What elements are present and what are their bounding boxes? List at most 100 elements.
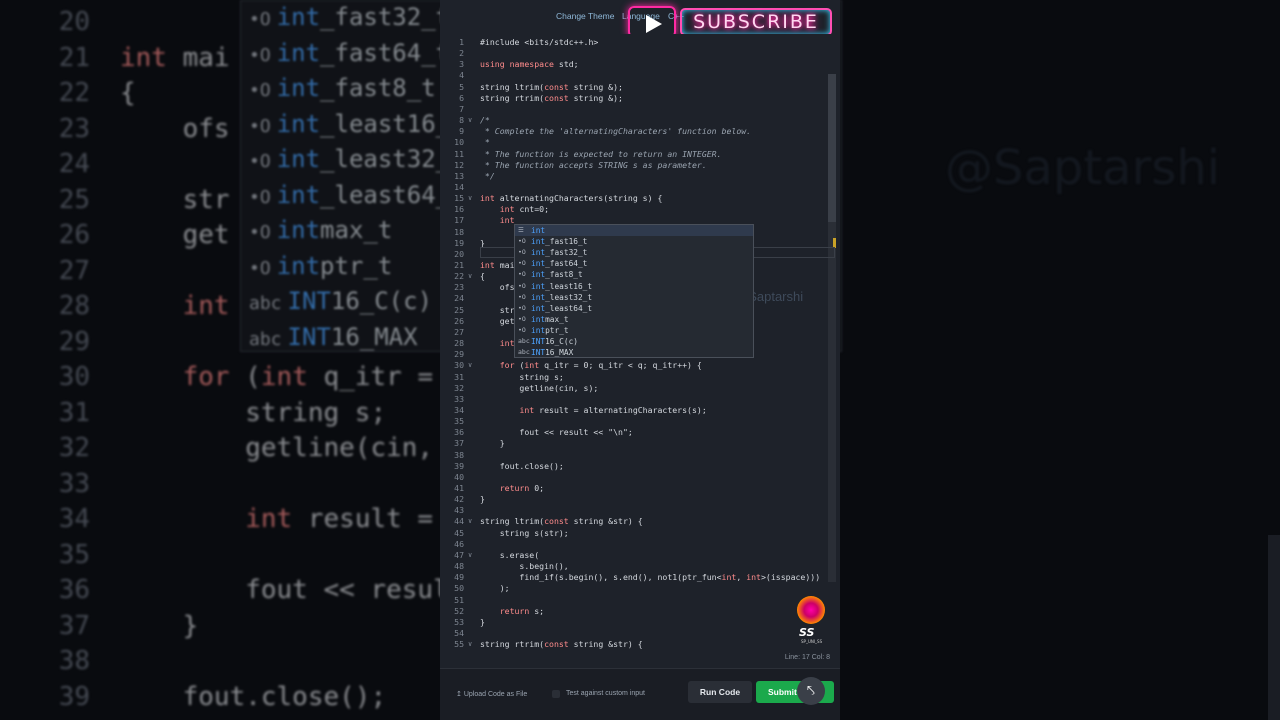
type-suggestion-icon: •O [518, 281, 526, 290]
autocomplete-label: int_least64_t [531, 303, 593, 313]
line-number: 26 [454, 315, 464, 326]
line-number: 14 [454, 181, 464, 192]
edge-strip [1268, 535, 1280, 720]
custom-input-checkbox[interactable] [552, 690, 560, 698]
fold-chevron-icon[interactable]: ∨ [468, 360, 472, 371]
status-bar: Line: 17 Col: 8 [440, 652, 840, 666]
line-number: 9 [459, 126, 464, 137]
autocomplete-item[interactable]: •O intmax_t [515, 314, 753, 325]
fold-chevron-icon[interactable]: ∨ [468, 271, 472, 282]
scrollbar-thumb[interactable] [828, 74, 836, 222]
line-number: 28 [454, 338, 464, 349]
code-line: 45 string s(str); [440, 528, 830, 539]
line-number: 36 [454, 427, 464, 438]
autocomplete-item[interactable]: •O int_fast8_t [515, 269, 753, 280]
autocomplete-label: INT16_MAX [531, 348, 574, 358]
line-number: 48 [454, 561, 464, 572]
line-number: 49 [454, 572, 464, 583]
subscribe-label: SUBSCRIBE [680, 8, 832, 36]
autocomplete-item[interactable]: ☰ int [515, 225, 753, 237]
code-text: getline(cin, s); [480, 382, 599, 393]
code-text: } [480, 494, 485, 505]
code-text: using namespace std; [480, 59, 579, 70]
autocomplete-item[interactable]: abc INT16_C(c) [515, 336, 753, 347]
logo-subtext: SP_UNI_SS [801, 639, 823, 644]
code-line: 8 ∨ /* [440, 115, 830, 126]
line-number: 30 [454, 360, 464, 371]
line-number: 42 [454, 494, 464, 505]
code-line: 34 int result = alternatingCharacters(s)… [440, 405, 830, 416]
line-number: 3 [459, 59, 464, 70]
fold-chevron-icon[interactable]: ∨ [468, 550, 472, 561]
editor-scrollbar[interactable] [828, 74, 836, 582]
code-line: 14 [440, 182, 830, 193]
code-line: 13 */ [440, 171, 830, 182]
autocomplete-item[interactable]: •O int_fast64_t [515, 258, 753, 269]
text-suggestion-icon: abc [518, 348, 530, 357]
code-line: 10 * [440, 137, 830, 148]
line-number: 31 [454, 371, 464, 382]
code-line: 38 [440, 450, 830, 461]
type-suggestion-icon: •O [518, 270, 526, 279]
share-icon[interactable]: ⤣ [797, 677, 825, 705]
code-text: { [480, 271, 485, 282]
code-line: 50 ); [440, 583, 830, 594]
run-code-button[interactable]: Run Code [688, 681, 752, 703]
autocomplete-item[interactable]: •O int_least16_t [515, 281, 753, 292]
type-suggestion-icon: ☰ [518, 226, 524, 234]
code-line: 7 [440, 104, 830, 115]
custom-input-label[interactable]: Test against custom input [566, 690, 645, 697]
code-text: string s(str); [480, 527, 569, 538]
line-number: 50 [454, 583, 464, 594]
line-number: 22 [454, 271, 464, 282]
line-number: 47 [454, 549, 464, 560]
type-suggestion-icon: •O [518, 303, 526, 312]
code-text: str [480, 304, 515, 315]
line-number: 5 [459, 81, 464, 92]
line-number: 34 [454, 404, 464, 415]
line-number: 16 [454, 204, 464, 215]
line-number: 20 [454, 248, 464, 259]
change-theme-link[interactable]: Change Theme [556, 11, 614, 21]
autocomplete-item[interactable]: •O int_least32_t [515, 292, 753, 303]
line-number: 4 [459, 70, 464, 81]
channel-logo: SS SP_UNI_SS [795, 596, 827, 646]
line-number: 8 [459, 115, 464, 126]
autocomplete-popup: ☰ int •O int_fast16_t •O int_fast32_t •O int_fa… [514, 224, 754, 358]
line-number: 27 [454, 326, 464, 337]
line-number: 18 [454, 226, 464, 237]
line-number: 41 [454, 483, 464, 493]
type-suggestion-icon: •O [518, 237, 526, 246]
fold-chevron-icon[interactable]: ∨ [468, 639, 472, 650]
code-text: string rtrim(const string &); [480, 92, 623, 103]
type-suggestion-icon: •O [518, 325, 526, 334]
editor-toolbar: Change Theme Language C++ SUBSCRIBE [440, 0, 840, 38]
autocomplete-item[interactable]: •O int_fast32_t [515, 247, 753, 258]
fold-chevron-icon[interactable]: ∨ [468, 516, 472, 527]
fold-chevron-icon[interactable]: ∨ [468, 193, 472, 204]
line-number: 43 [454, 505, 464, 516]
autocomplete-item[interactable]: •O int_fast16_t [515, 236, 753, 247]
type-suggestion-icon: •O [518, 248, 526, 257]
code-text: for (int q_itr = 0; q_itr < q; q_itr++) … [499, 360, 702, 371]
line-number: 38 [454, 449, 464, 460]
code-text: s.erase( [480, 549, 540, 560]
line-number: 46 [454, 538, 464, 549]
code-text: int cnt=0; [499, 204, 550, 215]
autocomplete-label: int [531, 226, 546, 235]
autocomplete-label: int_fast16_t [531, 237, 588, 247]
autocomplete-label: int_least16_t [531, 281, 593, 291]
code-text: fout.close(); [480, 460, 564, 471]
upload-code-button[interactable]: ↥ Upload Code as File [456, 690, 527, 698]
code-text: string ltrim(const string &); [480, 81, 623, 92]
code-text: */ [480, 170, 495, 181]
autocomplete-item[interactable]: •O intptr_t [515, 325, 753, 336]
autocomplete-item[interactable]: •O int_least64_t [515, 303, 753, 314]
line-number: 10 [454, 137, 464, 148]
code-text: int [499, 338, 515, 349]
code-line: 39 fout.close(); [440, 461, 830, 472]
autocomplete-item[interactable]: abc INT16_MAX [515, 347, 753, 358]
line-number: 13 [454, 170, 464, 181]
line-number: 2 [459, 48, 464, 59]
fold-chevron-icon[interactable]: ∨ [468, 115, 472, 126]
